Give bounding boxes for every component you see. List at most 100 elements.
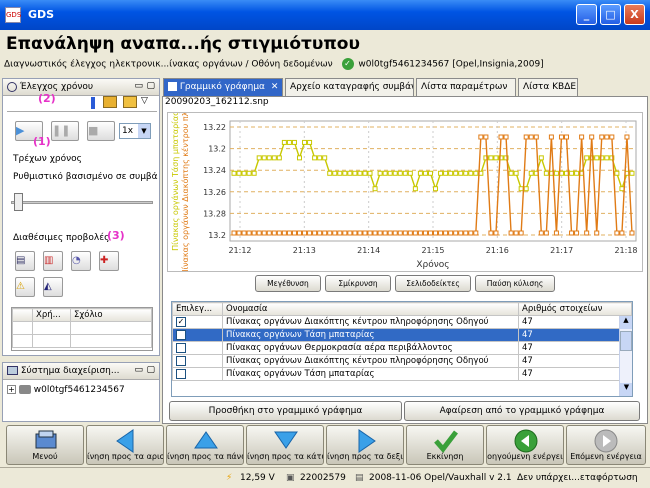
col-select[interactable]: Επιλεγ... [172,302,223,316]
data-point [271,230,277,236]
next-action-button[interactable]: Επόμενη ενέργεια [566,425,646,465]
table-row[interactable]: Πίνακας οργάνων Θερμοκρασία αέρα περιβάλ… [172,341,632,355]
data-point [372,230,378,236]
scroll-thumb[interactable] [620,331,632,351]
breadcrumb: Διαγνωστικός έλεγχος ηλεκτρονικ...ίνακας… [4,58,646,74]
pause-scroll-button[interactable]: Παύση κύλισης [475,275,555,292]
maximize-panel-icon[interactable]: ▢ [146,81,155,91]
data-point [458,230,464,236]
arrow-right-icon [358,429,376,453]
tree-item[interactable]: + w0l0tgf5461234567 [7,385,125,395]
table-row[interactable]: ✓ Πίνακας οργάνων Διακόπτης κέντρου πληρο… [172,315,632,329]
close-tab-icon[interactable]: ✕ [271,82,279,92]
export-icon[interactable] [103,96,117,108]
remove-from-chart-button[interactable]: Αφαίρεση από το γραμμικό γράφημα [404,401,640,421]
view-menu-icon[interactable]: ▽ [141,96,148,106]
open-folder-icon[interactable] [123,96,137,108]
bookmarks-button[interactable]: Σελιδοδείκτες [395,275,471,292]
data-point [417,230,423,236]
view-line-chart-button[interactable]: ◭ [43,277,63,297]
previous-action-button[interactable]: οηγούμενη ενέργει [486,425,564,465]
data-point [266,230,272,236]
data-point [417,170,423,176]
col-count[interactable]: Αριθμός στοιχείων [518,302,632,316]
row-checkbox[interactable] [176,355,186,366]
data-point [553,230,559,236]
row-checkbox[interactable]: ✓ [176,329,186,340]
menu-button[interactable]: Μενού [6,425,84,465]
breadcrumb-path: Διαγνωστικός έλεγχος ηλεκτρονικ...ίνακας… [4,59,333,70]
minimize-panel-icon[interactable]: ▭ [134,365,143,375]
data-point [347,230,353,236]
data-point [473,170,479,176]
row-count: 47 [518,315,632,329]
check-icon [434,430,458,453]
data-point [453,230,459,236]
move-down-button[interactable]: ίνηση προς τα κάτω [246,425,324,465]
x-tick-label: 21:12 [228,246,251,255]
move-left-button[interactable]: ίνηση προς τα αριστ [86,425,164,465]
row-checkbox[interactable]: ✓ [176,316,186,327]
data-point [307,139,313,145]
time-slider-track[interactable] [11,201,153,204]
previous-action-label: οηγούμενη ενέργει [487,452,563,461]
rate-slider-label: Ρυθμιστικό βασισμένο σε συμβά [13,172,158,182]
view-bar-button[interactable]: ▥ [43,251,63,271]
minimize-panel-icon[interactable]: ▭ [134,81,143,91]
stop-button[interactable]: ■ [87,121,115,141]
minimize-button[interactable]: _ [576,4,597,25]
data-point [397,230,403,236]
table-row[interactable]: Πίνακας οργάνων Διακόπτης κέντρου πληροφ… [172,354,632,368]
gauge-icon: ◔ [72,255,81,266]
data-point [574,230,580,236]
data-point [296,155,302,161]
close-button[interactable]: X [624,4,645,25]
tab-dtc-list[interactable]: Λίστα ΚΒΔΕ [518,78,578,96]
tab-parameter-list[interactable]: Λίστα παραμέτρων [416,78,516,96]
expand-icon[interactable]: + [7,385,16,394]
add-to-chart-button[interactable]: Προσθήκη στο γραμμικό γράφημα [169,401,402,421]
lightning-icon: ⚡ [226,473,233,483]
parameter-table: Επιλεγ... Ονομασία Αριθμός στοιχείων ✓ Πί… [171,301,633,397]
scroll-up-icon[interactable]: ▲ [620,316,632,329]
table-scrollbar[interactable]: ▲ ▼ [619,316,632,396]
view-pin-button[interactable]: ✚ [99,251,119,271]
view-warning-button[interactable]: ⚠ [15,277,35,297]
move-right-button[interactable]: ίνηση προς τα δεξιά [326,425,404,465]
maximize-button[interactable]: □ [600,4,621,25]
row-checkbox[interactable] [176,368,186,379]
table-row[interactable]: Πίνακας οργάνων Τάση μπαταρίας 47 [172,367,632,381]
data-point [508,170,514,176]
zoom-in-button[interactable]: Μεγέθυνση [255,275,321,292]
pause-button[interactable]: ❚❚ [51,121,79,141]
zoom-out-button[interactable]: Σμίκρυνση [325,275,391,292]
move-up-button[interactable]: ίνηση προς τα πάνω [166,425,244,465]
row-checkbox[interactable] [176,342,186,353]
data-point [558,134,564,140]
view-table-button[interactable]: ▤ [15,251,35,271]
maximize-panel-icon[interactable]: ▢ [146,365,155,375]
data-point [312,155,318,161]
tab-event-log[interactable]: Αρχείο καταγραφής συμβάντων [285,78,414,96]
col-name[interactable]: Ονομασία [222,302,519,316]
table-row-selected[interactable]: ✓ Πίνακας οργάνων Τάση μπαταρίας 47 [172,328,632,342]
data-point [337,230,343,236]
page-title: Επανάληψη αναπα...ής στιγμιότυπου [6,34,360,54]
tab-line-chart[interactable]: Γραμμικό γράφημα ✕ [163,78,283,96]
view-gauge-button[interactable]: ◔ [71,251,91,271]
x-axis-label: Χρόνος [416,259,449,270]
chevron-down-icon[interactable]: ▼ [138,124,150,138]
data-point [443,170,449,176]
data-point [342,230,348,236]
data-point [377,170,383,176]
start-button[interactable]: Εκκίνηση [406,425,484,465]
scroll-down-icon[interactable]: ▼ [620,383,632,396]
data-point [261,230,267,236]
data-point [337,170,343,176]
y-axis-label-orange: Πίνακας οργάνων Διακόπτης κέντρου πληροφ… [180,113,190,271]
data-point [372,186,378,192]
speed-select[interactable]: 1x ▼ [119,123,151,139]
data-point [296,230,302,236]
time-slider-thumb[interactable] [13,193,23,211]
data-point [569,230,575,236]
